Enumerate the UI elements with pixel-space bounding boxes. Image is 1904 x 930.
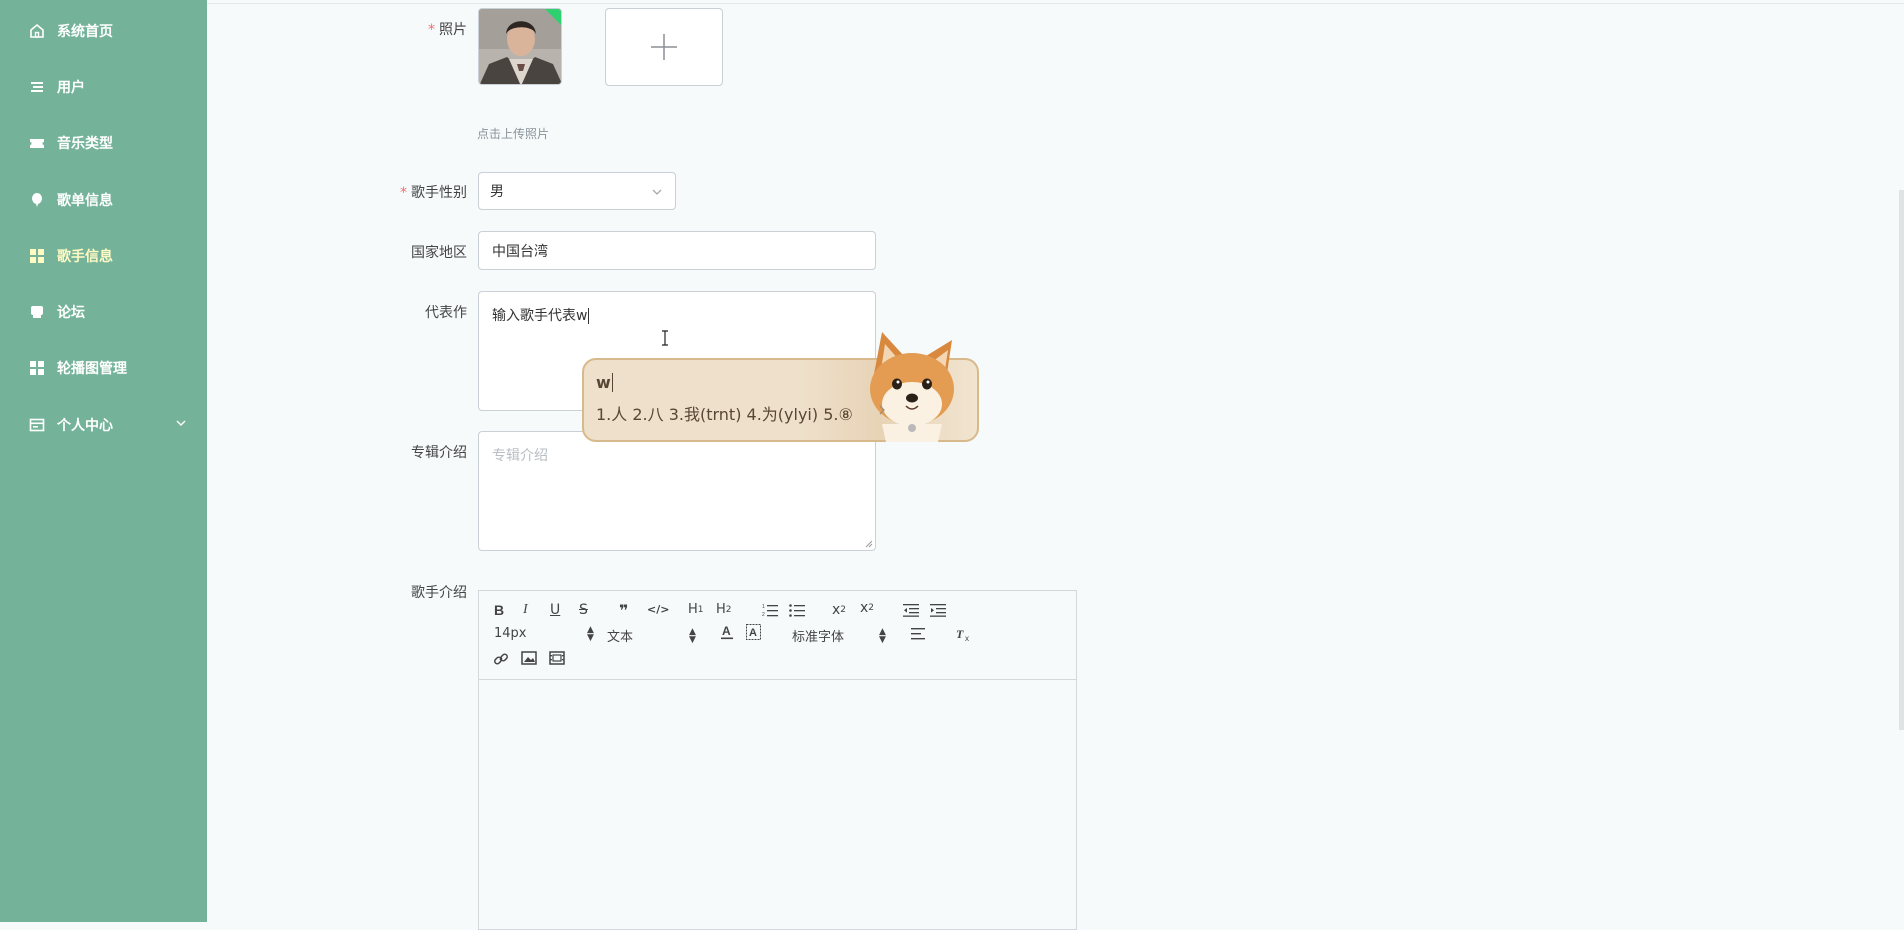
font-family-value: 标准字体 xyxy=(792,630,845,645)
gender-select[interactable]: 男 xyxy=(478,172,676,210)
code-block-icon[interactable]: </> xyxy=(647,603,669,616)
resize-handle-icon[interactable] xyxy=(864,539,873,548)
region-input[interactable]: 中国台湾 xyxy=(478,231,876,270)
svg-text:1: 1 xyxy=(762,604,765,610)
clear-format-icon[interactable]: Tx xyxy=(955,626,971,642)
works-textarea-value: 输入歌手代表w xyxy=(492,308,588,324)
sidebar-item-label: 歌手信息 xyxy=(57,249,113,265)
shiba-dog-skin-image xyxy=(870,332,954,442)
sidebar-item-banner[interactable]: 轮播图管理 xyxy=(0,344,207,392)
block-type-select[interactable]: 文本 ▲ ▼ xyxy=(607,626,696,645)
balloon-icon xyxy=(28,191,46,209)
sidebar: 系统首页 用户 音乐类型 歌单信息 歌手信息 论坛 轮播图管理 个人中心 xyxy=(0,0,207,922)
block-type-value: 文本 xyxy=(607,630,634,645)
ime-composition: w xyxy=(596,373,613,392)
link-icon[interactable] xyxy=(493,651,509,667)
sidebar-item-label: 音乐类型 xyxy=(57,136,113,152)
sidebar-item-label: 歌单信息 xyxy=(57,193,113,209)
align-icon[interactable] xyxy=(911,627,927,641)
italic-icon[interactable]: I xyxy=(523,602,528,618)
underline-icon[interactable]: U xyxy=(550,602,560,618)
chevron-down-icon xyxy=(651,186,663,202)
header1-icon[interactable]: H1 xyxy=(688,602,704,617)
album-placeholder: 专辑介绍 xyxy=(492,448,548,464)
required-mark: * xyxy=(400,185,407,201)
background-color-icon[interactable]: A xyxy=(746,624,761,640)
chat-icon xyxy=(28,303,46,321)
blockquote-icon[interactable]: ❞ xyxy=(619,601,628,620)
ime-candidate-window[interactable]: w 1.人 2.八 3.我(trnt) 4.为(ylyi) 5.⑧ xyxy=(582,332,979,442)
chevron-right-icon[interactable] xyxy=(877,405,887,415)
header2-icon[interactable]: H2 xyxy=(716,602,732,617)
sidebar-item-home[interactable]: 系统首页 xyxy=(0,7,207,55)
ime-candidate-list[interactable]: 1.人 2.八 3.我(trnt) 4.为(ylyi) 5.⑧ xyxy=(596,401,853,425)
sidebar-item-label: 用户 xyxy=(57,80,85,96)
sidebar-item-music-type[interactable]: 音乐类型 xyxy=(0,119,207,167)
card-icon xyxy=(28,416,46,434)
font-size-select[interactable]: 14px ▲ ▼ xyxy=(494,625,594,642)
text-cursor-icon xyxy=(662,330,668,346)
font-size-value: 14px xyxy=(494,626,527,641)
sidebar-item-playlist[interactable]: 歌单信息 xyxy=(0,176,207,224)
video-icon[interactable] xyxy=(549,651,565,665)
ticket-icon xyxy=(28,134,46,152)
gender-label: * 歌手性别 xyxy=(400,185,467,201)
grid-icon xyxy=(28,359,46,377)
home-icon xyxy=(28,22,46,40)
required-mark: * xyxy=(428,22,435,38)
album-textarea[interactable]: 专辑介绍 xyxy=(478,431,876,551)
photo-upload-button[interactable] xyxy=(605,8,723,86)
sidebar-item-label: 个人中心 xyxy=(57,418,113,434)
sidebar-item-label: 论坛 xyxy=(57,305,85,321)
svg-text:x: x xyxy=(965,634,969,642)
main-top-border xyxy=(207,3,1904,4)
font-family-select[interactable]: 标准字体 ▲ ▼ xyxy=(792,626,887,645)
font-color-icon[interactable]: A xyxy=(720,624,734,640)
updown-arrow-icon: ▲ ▼ xyxy=(587,624,594,643)
album-label: 专辑介绍 xyxy=(411,445,467,461)
svg-text:A: A xyxy=(722,624,731,638)
bullet-list-icon[interactable] xyxy=(789,603,805,617)
gender-select-value: 男 xyxy=(490,184,504,200)
sidebar-item-users[interactable]: 用户 xyxy=(0,63,207,111)
region-label: 国家地区 xyxy=(411,245,467,261)
sidebar-item-label: 系统首页 xyxy=(57,24,113,40)
indent-icon[interactable] xyxy=(930,603,946,617)
svg-text:A: A xyxy=(749,627,757,639)
editor-content-area[interactable] xyxy=(479,680,1076,929)
sidebar-item-label: 轮播图管理 xyxy=(57,361,127,377)
list-icon xyxy=(28,78,46,96)
svg-text:2: 2 xyxy=(762,612,765,617)
ordered-list-icon[interactable]: 12 xyxy=(762,603,778,617)
rich-text-editor: B I U S ❞ </> H1 H2 12 x2 x2 14px ▲ ▼ 文本 … xyxy=(478,590,1077,930)
intro-label: 歌手介绍 xyxy=(411,585,467,601)
photo-upload-hint: 点击上传照片 xyxy=(477,127,550,141)
editor-toolbar: B I U S ❞ </> H1 H2 12 x2 x2 14px ▲ ▼ 文本 … xyxy=(479,591,1076,680)
chevron-down-icon xyxy=(175,417,187,433)
superscript-icon[interactable]: x2 xyxy=(860,600,874,616)
plus-icon xyxy=(651,34,677,60)
sidebar-item-profile[interactable]: 个人中心 xyxy=(0,401,207,449)
photo-thumbnail[interactable] xyxy=(478,8,562,85)
singer-photo-image xyxy=(479,9,561,84)
bold-icon[interactable]: B xyxy=(494,602,504,618)
photo-label: * 照片 xyxy=(428,22,467,38)
svg-text:T: T xyxy=(956,627,964,641)
image-icon[interactable] xyxy=(521,651,537,665)
grid-icon xyxy=(28,247,46,265)
works-label: 代表作 xyxy=(425,305,467,321)
outdent-icon[interactable] xyxy=(903,603,919,617)
updown-arrow-icon: ▲ ▼ xyxy=(689,626,696,645)
strikethrough-icon[interactable]: S xyxy=(579,602,588,618)
subscript-icon[interactable]: x2 xyxy=(832,602,846,618)
page-scrollbar[interactable] xyxy=(1899,190,1904,730)
sidebar-item-singer[interactable]: 歌手信息 xyxy=(0,232,207,280)
updown-arrow-icon: ▲ ▼ xyxy=(879,626,886,645)
sidebar-item-forum[interactable]: 论坛 xyxy=(0,288,207,336)
text-caret xyxy=(588,308,590,324)
